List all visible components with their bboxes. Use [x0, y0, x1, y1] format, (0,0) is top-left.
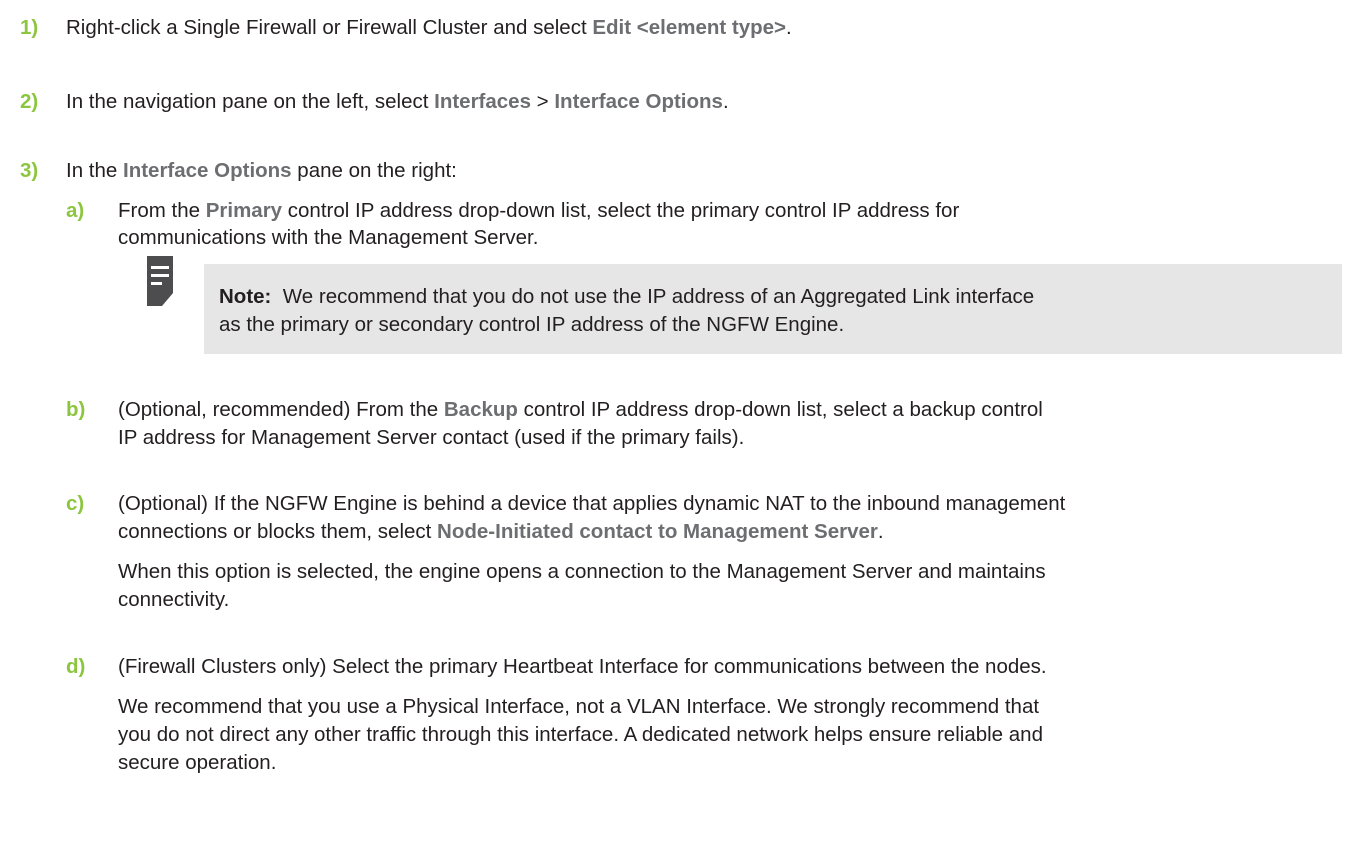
ui-term: Backup: [443, 398, 518, 421]
substep-text: (Optional, recommended) From the Backup …: [118, 398, 1043, 421]
substep-text: (Optional) If the NGFW Engine is behind …: [118, 492, 1066, 515]
substep-letter: d): [66, 655, 86, 678]
ui-term: Interfaces: [434, 90, 531, 113]
substep-text: communications with the Management Serve…: [118, 226, 539, 249]
note-icon: [147, 256, 173, 306]
substep-text: secure operation.: [118, 751, 277, 774]
note-callout: [204, 264, 1342, 354]
ui-term: Primary: [205, 199, 283, 222]
substep-text: When this option is selected, the engine…: [118, 560, 1046, 583]
step-text: In the Interface Options pane on the rig…: [66, 159, 457, 182]
step-number: 2): [20, 90, 39, 113]
substep-text: From the Primary control IP address drop…: [118, 199, 960, 222]
substep-text: connectivity.: [118, 588, 230, 611]
ui-term: Interface Options: [123, 159, 292, 182]
note-text: as the primary or secondary control IP a…: [219, 313, 845, 336]
note-label: Note:: [219, 285, 272, 308]
step-text: In the navigation pane on the left, sele…: [66, 90, 729, 113]
step-text: Right-click a Single Firewall or Firewal…: [66, 16, 792, 39]
substep-letter: a): [66, 199, 85, 222]
substep-text: We recommend that you use a Physical Int…: [118, 695, 1040, 718]
ui-term: Edit <element type>: [592, 16, 787, 39]
substep-letter: c): [66, 492, 85, 515]
substep-letter: b): [66, 398, 86, 421]
note-text: Note: We recommend that you do not use t…: [219, 285, 1035, 308]
ui-term: Interface Options: [554, 90, 723, 113]
substep-text: connections or blocks them, select Node-…: [118, 520, 884, 543]
substep-text: (Firewall Clusters only) Select the prim…: [118, 655, 1047, 678]
step-number: 3): [20, 159, 39, 182]
ui-term: Node-Initiated contact to Management Ser…: [437, 520, 878, 543]
substep-text: you do not direct any other traffic thro…: [118, 723, 1043, 746]
substep-text: IP address for Management Server contact…: [118, 426, 745, 449]
step-number: 1): [20, 16, 39, 39]
